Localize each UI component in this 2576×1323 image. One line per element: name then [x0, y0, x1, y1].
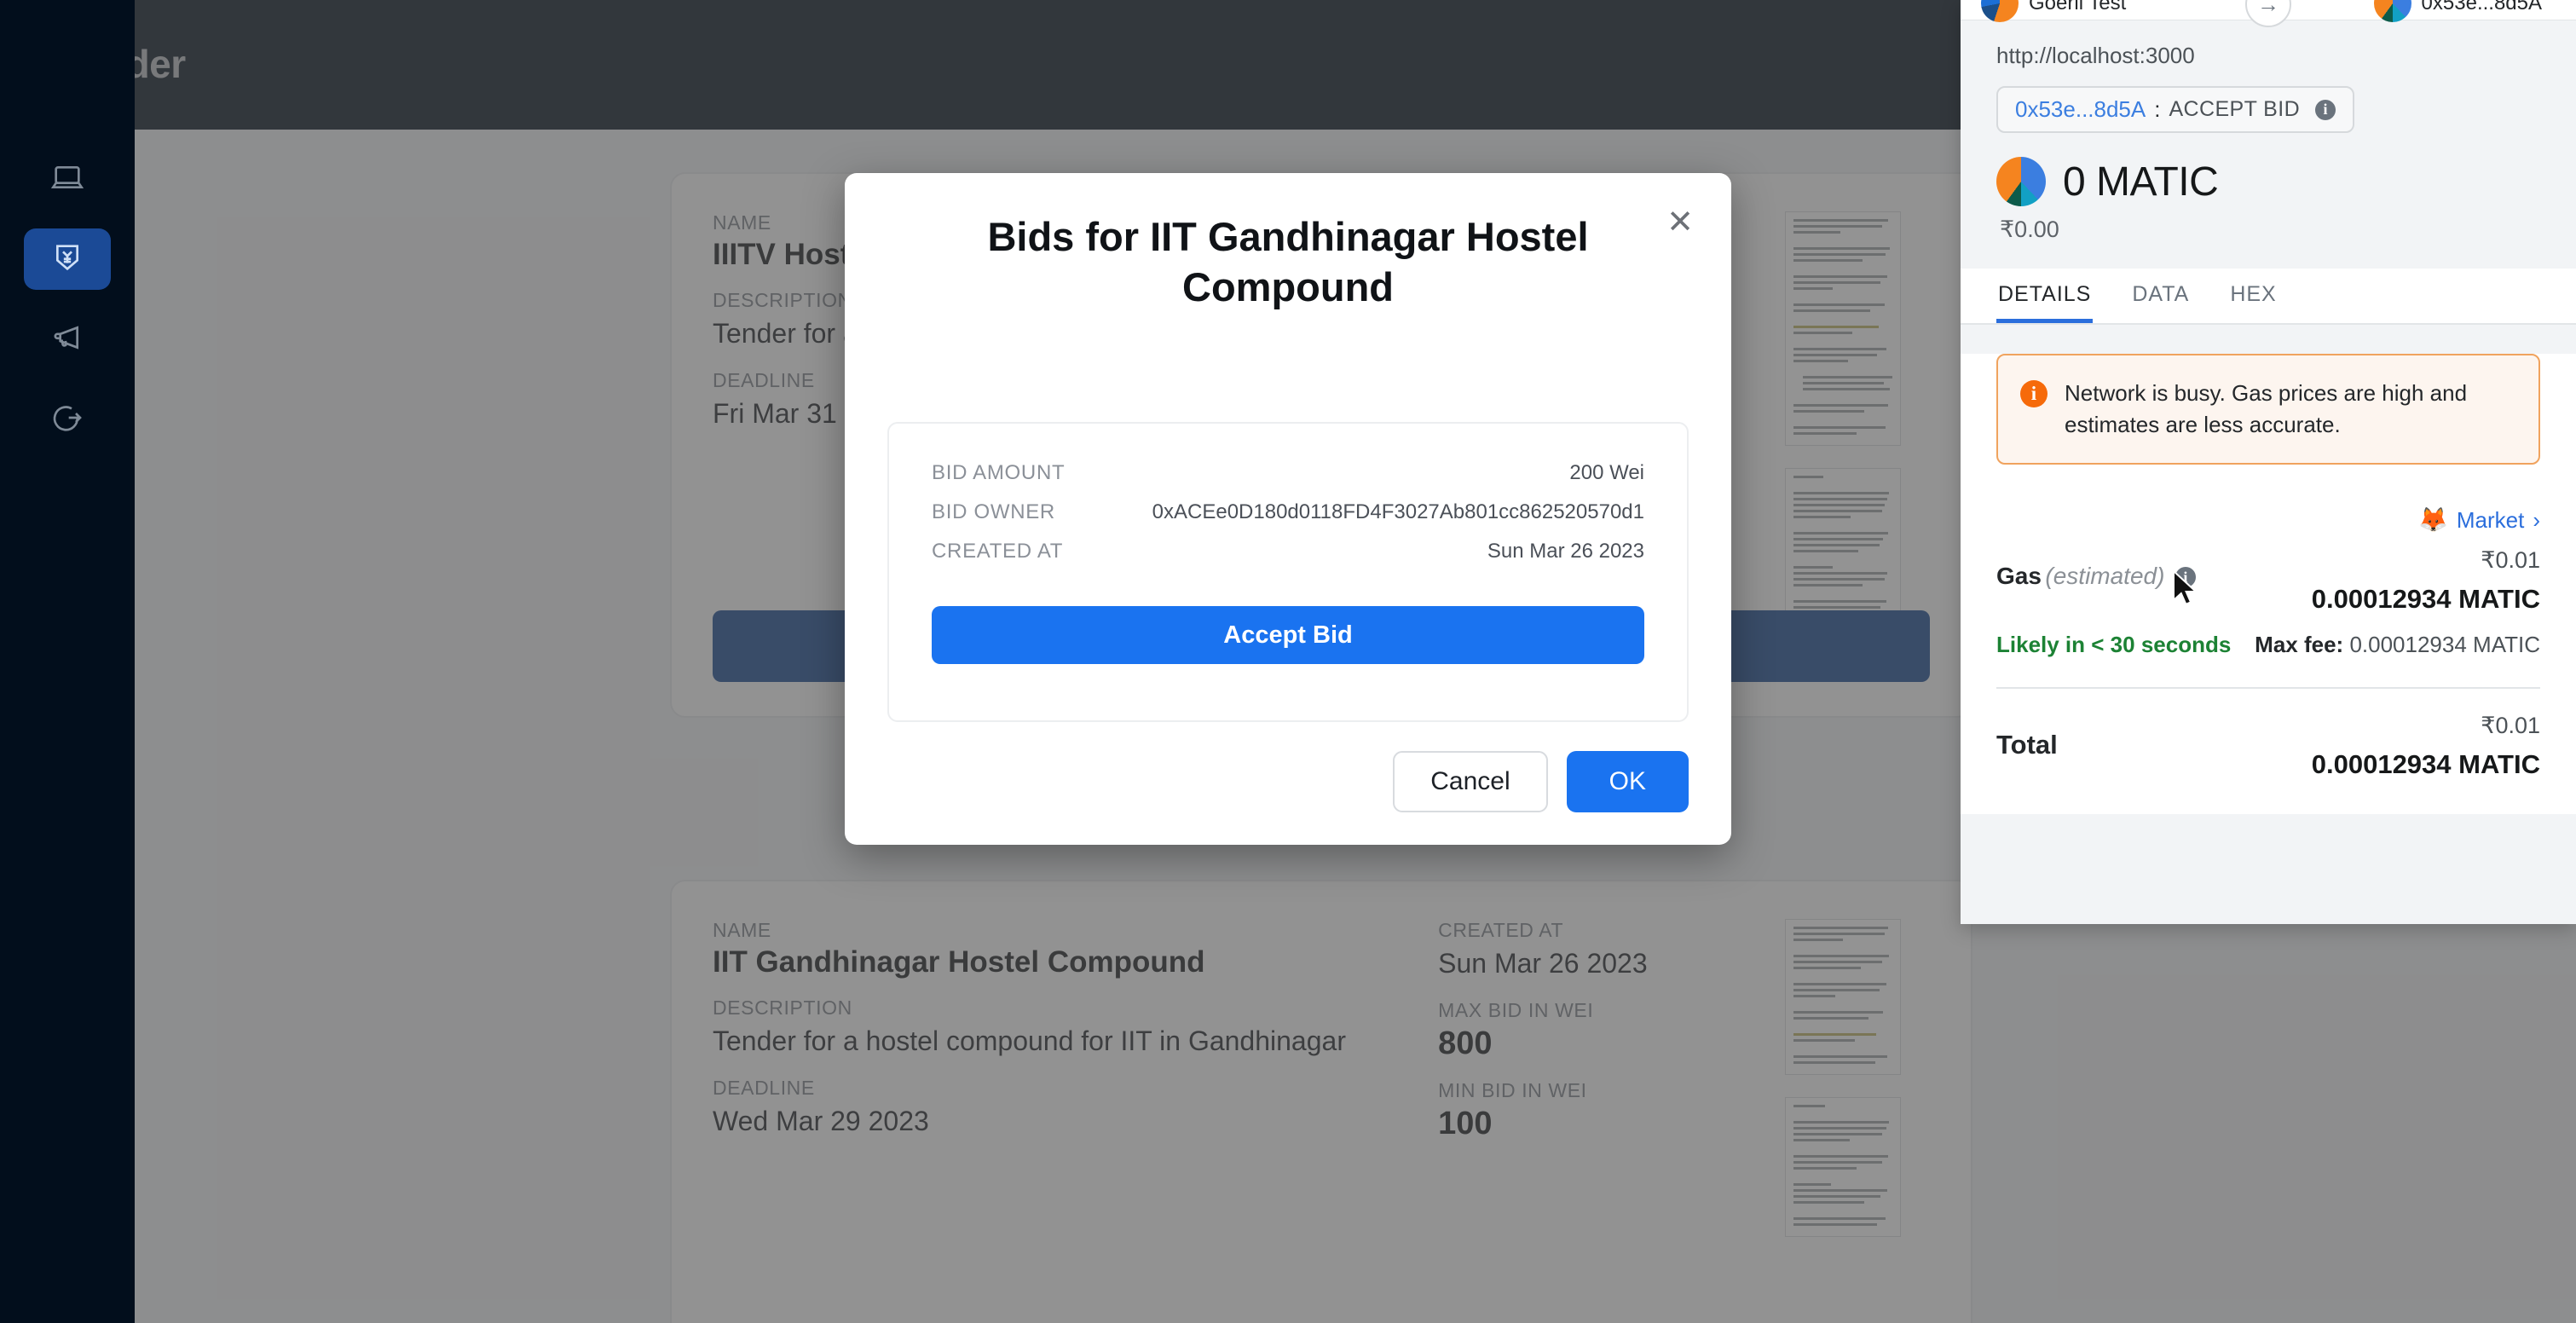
- modal-footer: Cancel OK: [1393, 751, 1689, 812]
- divider: [1996, 686, 2540, 689]
- info-icon: i: [2020, 380, 2048, 407]
- market-label: Market: [2456, 506, 2525, 533]
- close-icon[interactable]: ✕: [1661, 204, 1699, 241]
- bid-created-row: CREATED AT Sun Mar 26 2023: [932, 540, 1644, 563]
- bid-amount-value: 200 Wei: [1569, 461, 1644, 484]
- bids-modal: Bids for IIT Gandhinagar Hostel Compound…: [845, 173, 1731, 845]
- bid-item-card: BID AMOUNT 200 Wei BID OWNER 0xACEe0D180…: [887, 422, 1689, 722]
- max-fee-group: Max fee: 0.00012934 MATIC: [2255, 632, 2540, 658]
- method-name: ACCEPT BID: [2169, 97, 2301, 121]
- sidebar: [0, 0, 135, 1323]
- gas-market-selector[interactable]: 🦊 Market ›: [1996, 507, 2540, 534]
- sidebar-item-tenders[interactable]: [24, 228, 111, 290]
- gas-label-group: Gas (estimated) i: [1996, 547, 2196, 590]
- total-crypto: 0.00012934 MATIC: [2311, 748, 2540, 779]
- metamask-popup: Goerli Test → 0x53e...8d5A http://localh…: [1961, 0, 2576, 924]
- megaphone-icon: [50, 321, 84, 359]
- total-values: ₹0.01 0.00012934 MATIC: [2312, 713, 2540, 780]
- max-fee-value: 0.00012934 MATIC: [2349, 631, 2540, 657]
- total-section: Total ₹0.01 0.00012934 MATIC: [1996, 713, 2540, 780]
- total-label: Total: [1996, 729, 2058, 760]
- sidebar-item-announcements[interactable]: [24, 309, 111, 370]
- ok-button[interactable]: OK: [1566, 751, 1689, 812]
- gas-values: ₹0.01 0.00012934 MATIC: [2312, 547, 2540, 615]
- metamask-body: http://localhost:3000 0x53e...8d5A : ACC…: [1961, 20, 2576, 243]
- transaction-amount: 0 MATIC: [1996, 157, 2540, 206]
- tab-data[interactable]: DATA: [2130, 269, 2191, 323]
- logout-icon: [50, 401, 84, 439]
- bid-owner-label: BID OWNER: [932, 500, 1055, 523]
- network-avatar-icon: [1981, 0, 2019, 22]
- account-selector[interactable]: 0x53e...8d5A: [2373, 0, 2542, 22]
- gas-label: Gas: [1996, 562, 2042, 589]
- sidebar-item-dashboard[interactable]: [24, 148, 111, 210]
- sidebar-nav: [0, 130, 135, 450]
- account-avatar-icon: [2373, 0, 2411, 22]
- account-label: 0x53e...8d5A: [2421, 0, 2542, 14]
- fox-icon: 🦊: [2417, 506, 2448, 534]
- amount-fiat: ₹0.00: [2000, 217, 2059, 242]
- metamask-tabs: DETAILS DATA HEX: [1961, 269, 2576, 325]
- bid-owner-value: 0xACEe0D180d0118FD4F3027Ab801cc862520570…: [1152, 500, 1644, 523]
- bid-created-label: CREATED AT: [932, 540, 1064, 563]
- gas-speed-estimate: Likely in < 30 seconds: [1996, 631, 2232, 657]
- contract-address[interactable]: 0x53e...8d5A: [2015, 96, 2146, 123]
- screen-root: DTender NAME IIITV Hostel DESCRIPTION Te…: [0, 0, 2576, 1323]
- contract-method-pill[interactable]: 0x53e...8d5A : ACCEPT BID i: [1996, 86, 2355, 133]
- tab-details[interactable]: DETAILS: [1996, 269, 2094, 323]
- modal-title: Bids for IIT Gandhinagar Hostel Compound: [987, 214, 1589, 309]
- accept-bid-button[interactable]: Accept Bid: [932, 606, 1644, 664]
- chevron-right-icon: ›: [2533, 506, 2540, 533]
- metamask-header: Goerli Test → 0x53e...8d5A: [1961, 0, 2576, 27]
- network-selector[interactable]: Goerli Test: [1981, 0, 2126, 22]
- token-avatar-icon: [1996, 157, 2046, 206]
- network-busy-alert: i Network is busy. Gas prices are high a…: [1996, 354, 2540, 465]
- network-label: Goerli Test: [2029, 0, 2127, 14]
- gas-estimated-label: (estimated): [2045, 562, 2165, 589]
- tab-hex[interactable]: HEX: [2228, 269, 2278, 323]
- metamask-details-panel: i Network is busy. Gas prices are high a…: [1961, 354, 2576, 814]
- amount-value: 0 MATIC: [2063, 159, 2219, 205]
- bid-amount-label: BID AMOUNT: [932, 461, 1066, 484]
- total-fiat: ₹0.01: [2481, 712, 2540, 738]
- gas-speed-row: Likely in < 30 seconds Max fee: 0.000129…: [1996, 632, 2540, 658]
- laptop-icon: [50, 160, 84, 199]
- bid-amount-row: BID AMOUNT 200 Wei: [932, 461, 1644, 485]
- network-busy-message: Network is busy. Gas prices are high and…: [2065, 380, 2468, 437]
- mouse-cursor: [2172, 569, 2201, 613]
- gas-crypto: 0.00012934 MATIC: [2311, 583, 2540, 614]
- origin-url: http://localhost:3000: [1996, 43, 2195, 68]
- cancel-button[interactable]: Cancel: [1393, 751, 1548, 812]
- gas-fiat: ₹0.01: [2481, 546, 2540, 573]
- gas-fee-section: Gas (estimated) i ₹0.01 0.00012934 MATIC…: [1996, 547, 2540, 658]
- info-icon[interactable]: i: [2315, 99, 2336, 120]
- money-shield-icon: [50, 240, 84, 279]
- bid-owner-row: BID OWNER 0xACEe0D180d0118FD4F3027Ab801c…: [932, 500, 1644, 524]
- sidebar-item-logout[interactable]: [24, 389, 111, 450]
- method-separator: :: [2154, 96, 2161, 122]
- max-fee-label: Max fee:: [2255, 631, 2344, 657]
- bid-created-value: Sun Mar 26 2023: [1487, 540, 1644, 563]
